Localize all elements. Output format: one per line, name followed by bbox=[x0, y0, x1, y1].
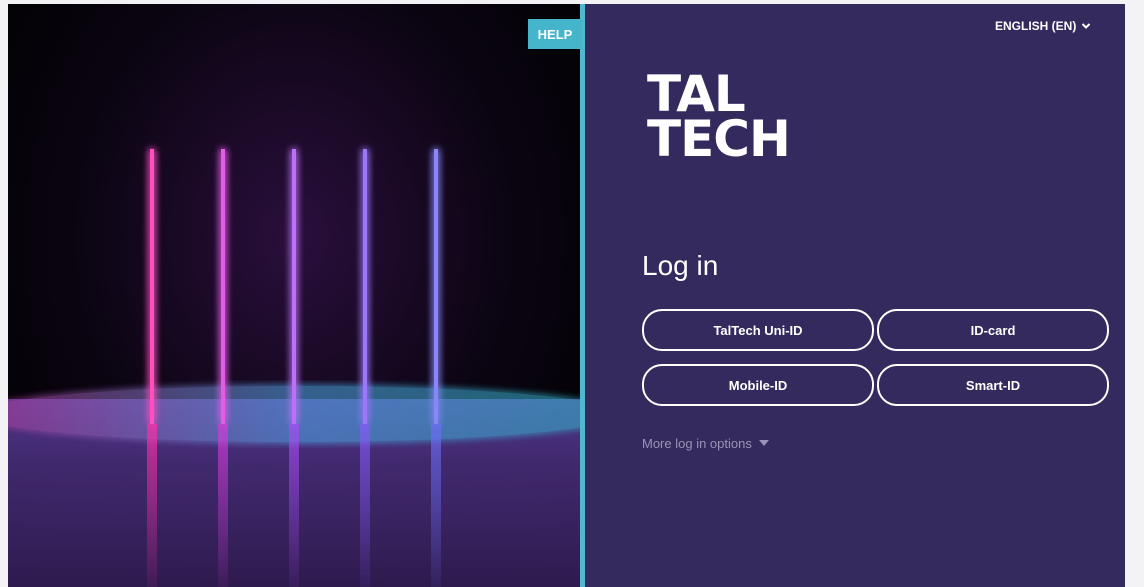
caret-down-icon bbox=[758, 440, 769, 446]
help-button[interactable]: HELP bbox=[528, 19, 582, 49]
id-card-button[interactable]: ID-card bbox=[877, 309, 1109, 351]
taltech-logo: TAL TECH bbox=[647, 69, 827, 176]
more-options-toggle[interactable]: More log in options bbox=[642, 436, 769, 451]
logo-line-2: TECH bbox=[647, 110, 791, 168]
chevron-down-icon bbox=[1082, 23, 1091, 29]
more-options-label: More log in options bbox=[642, 436, 752, 451]
smart-id-button[interactable]: Smart-ID bbox=[877, 364, 1109, 406]
language-label: ENGLISH (EN) bbox=[995, 19, 1077, 33]
mobile-id-button[interactable]: Mobile-ID bbox=[642, 364, 874, 406]
login-panel: ENGLISH (EN) TAL TECH Log in TalTech Uni… bbox=[585, 4, 1125, 587]
page-title: Log in bbox=[642, 250, 719, 281]
language-selector[interactable]: ENGLISH (EN) bbox=[995, 16, 1091, 36]
taltech-uni-id-button[interactable]: TalTech Uni-ID bbox=[642, 309, 874, 351]
hero-image bbox=[8, 4, 580, 587]
